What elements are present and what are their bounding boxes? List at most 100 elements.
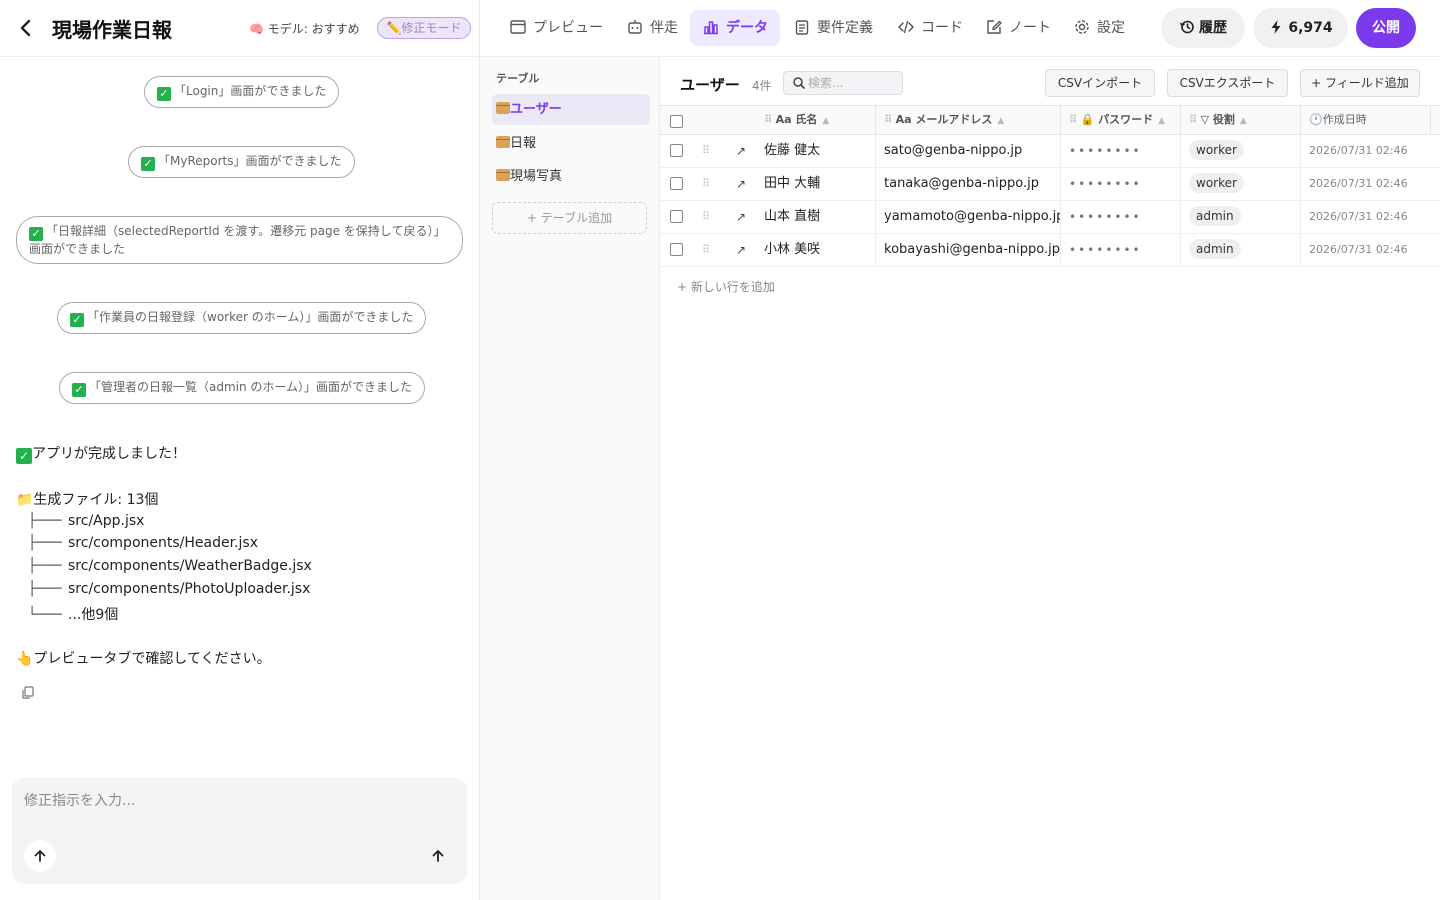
complete-text: アプリが完成しました！ — [32, 446, 186, 462]
column-label: 役割 — [1212, 113, 1235, 126]
column-header-role[interactable]: ⠿ ▽ 役割 ▲ — [1181, 106, 1301, 134]
csv-import-button[interactable]: CSVインポート — [1045, 69, 1155, 97]
tab-notes[interactable]: ノート — [985, 10, 1051, 46]
credits-display[interactable]: 6,974 — [1253, 8, 1348, 48]
cell-email[interactable]: yamamoto@genba-nippo.jp — [876, 201, 1061, 233]
password-mask: •••••••• — [1069, 243, 1142, 257]
tab-settings[interactable]: 設定 — [1073, 10, 1125, 46]
cell-name[interactable]: 山本 直樹 — [756, 201, 876, 233]
tab-code[interactable]: コード — [897, 10, 963, 46]
message-input-box — [12, 778, 467, 884]
send-button[interactable] — [422, 840, 454, 872]
event-pill: ✓ 「MyReports」画面ができました — [128, 146, 355, 178]
cell-created: 2026/07/31 02:46 — [1301, 201, 1440, 233]
select-all-checkbox[interactable] — [670, 115, 683, 128]
add-table-button[interactable]: + テーブル追加 — [492, 202, 647, 234]
event-text: 「Login」画面ができました — [174, 84, 327, 98]
cell-email[interactable]: tanaka@genba-nippo.jp — [876, 168, 1061, 200]
drag-handle-icon[interactable]: ⠿ — [702, 201, 710, 233]
edit-note-icon — [987, 20, 1002, 34]
cell-password[interactable]: •••••••• — [1061, 234, 1181, 266]
column-header-email[interactable]: ⠿ Aa メールアドレス ▲ — [876, 106, 1061, 134]
cell-role[interactable]: admin — [1181, 201, 1301, 233]
drag-handle-icon[interactable]: ⠿ — [702, 135, 710, 167]
column-header-name[interactable]: ⠿ Aa 氏名 ▲ — [756, 106, 876, 134]
sort-icon[interactable]: ▲ — [1240, 116, 1247, 126]
robot-icon — [628, 20, 642, 34]
table-row: ⠿ ↗ 小林 美咲 kobayashi@genba-nippo.jp ••••••… — [660, 234, 1440, 267]
expand-row-icon[interactable]: ↗ — [736, 135, 746, 167]
complete-message: ✓ アプリが完成しました！ — [16, 443, 186, 464]
row-controls: ⠿ ↗ — [660, 201, 756, 233]
drag-handle-icon[interactable]: ⠿ — [702, 168, 710, 200]
cell-role[interactable]: admin — [1181, 234, 1301, 266]
tab-label: コード — [921, 20, 963, 36]
column-label: 作成日時 — [1322, 113, 1367, 126]
tab-label: 要件定義 — [817, 20, 873, 36]
row-checkbox[interactable] — [670, 210, 683, 223]
created-date: 2026/07/31 02:46 — [1309, 243, 1408, 256]
back-arrow-icon[interactable] — [14, 16, 38, 40]
tree-branch: └─── — [28, 607, 62, 623]
cell-role[interactable]: worker — [1181, 168, 1301, 200]
credits-value: 6,974 — [1288, 20, 1333, 36]
tab-data[interactable]: データ — [690, 10, 780, 46]
add-field-button[interactable]: + フィールド追加 — [1300, 69, 1420, 97]
sidebar-item-site-photos[interactable]: 現場写真 — [492, 161, 650, 192]
cell-email[interactable]: kobayashi@genba-nippo.jp — [876, 234, 1061, 266]
top-nav: プレビュー 伴走 データ 要件定義 コード ノート 設定 履歴 6,974 公開 — [480, 0, 1440, 57]
column-header-created[interactable]: 🕐作成日時 — [1301, 106, 1431, 134]
cell-email[interactable]: sato@genba-nippo.jp — [876, 135, 1061, 167]
cell-password[interactable]: •••••••• — [1061, 135, 1181, 167]
event-text: 「日報詳細（selectedReportId を渡す。遷移元 page を保持し… — [29, 224, 446, 256]
sidebar-item-label: 現場写真 — [510, 169, 563, 184]
row-checkbox[interactable] — [670, 177, 683, 190]
sort-icon[interactable]: ▲ — [997, 116, 1004, 126]
publish-button[interactable]: 公開 — [1356, 8, 1416, 48]
file-name: src/components/Header.jsx — [68, 535, 258, 551]
code-icon — [898, 20, 914, 34]
created-date: 2026/07/31 02:46 — [1309, 210, 1408, 223]
cell-password[interactable]: •••••••• — [1061, 201, 1181, 233]
expand-row-icon[interactable]: ↗ — [736, 201, 746, 233]
copy-icon[interactable] — [20, 685, 36, 701]
event-text: 「MyReports」画面ができました — [158, 154, 342, 168]
role-tag: worker — [1189, 173, 1244, 193]
sidebar-item-reports[interactable]: 日報 — [492, 128, 650, 159]
select-all-cell — [660, 106, 756, 134]
expand-row-icon[interactable]: ↗ — [736, 168, 746, 200]
cell-name[interactable]: 小林 美咲 — [756, 234, 876, 266]
grip-icon: ⠿ — [1189, 113, 1198, 126]
attach-button[interactable] — [24, 840, 56, 872]
cell-name[interactable]: 佐藤 健太 — [756, 135, 876, 167]
sidebar-item-users[interactable]: ユーザー — [492, 94, 650, 125]
check-icon: ✓ — [70, 313, 84, 327]
chat-header: 現場作業日報 🧠 モデル: おすすめ ✏️修正モード — [0, 0, 479, 57]
csv-export-button[interactable]: CSVエクスポート — [1167, 69, 1288, 97]
history-button[interactable]: 履歴 — [1161, 8, 1245, 48]
search-input[interactable] — [808, 74, 898, 92]
row-checkbox[interactable] — [670, 243, 683, 256]
drag-handle-icon[interactable]: ⠿ — [702, 234, 710, 266]
cell-password[interactable]: •••••••• — [1061, 168, 1181, 200]
role-tag: admin — [1189, 206, 1241, 226]
sort-icon[interactable]: ▲ — [822, 116, 829, 126]
tab-requirements[interactable]: 要件定義 — [793, 10, 873, 46]
cell-role[interactable]: worker — [1181, 135, 1301, 167]
model-selector[interactable]: 🧠 モデル: おすすめ — [249, 20, 360, 37]
expand-row-icon[interactable]: ↗ — [736, 234, 746, 266]
cell-name[interactable]: 田中 大輔 — [756, 168, 876, 200]
tab-preview[interactable]: プレビュー — [509, 10, 603, 46]
tab-companion[interactable]: 伴走 — [626, 10, 678, 46]
add-row-button[interactable]: + 新しい行を追加 — [677, 278, 775, 295]
message-input[interactable] — [24, 790, 444, 830]
event-text: 「作業員の日報登録（worker のホーム）」画面ができました — [87, 310, 414, 324]
column-header-password[interactable]: ⠿ 🔒 パスワード ▲ — [1061, 106, 1181, 134]
arrow-up-icon — [34, 850, 46, 862]
row-checkbox[interactable] — [670, 144, 683, 157]
window-icon — [510, 20, 526, 34]
tree-branch: ├─── — [28, 513, 62, 529]
clock-icon: 🕐 — [1309, 113, 1323, 126]
edit-mode-badge[interactable]: ✏️修正モード — [377, 17, 471, 39]
sort-icon[interactable]: ▲ — [1158, 116, 1165, 126]
